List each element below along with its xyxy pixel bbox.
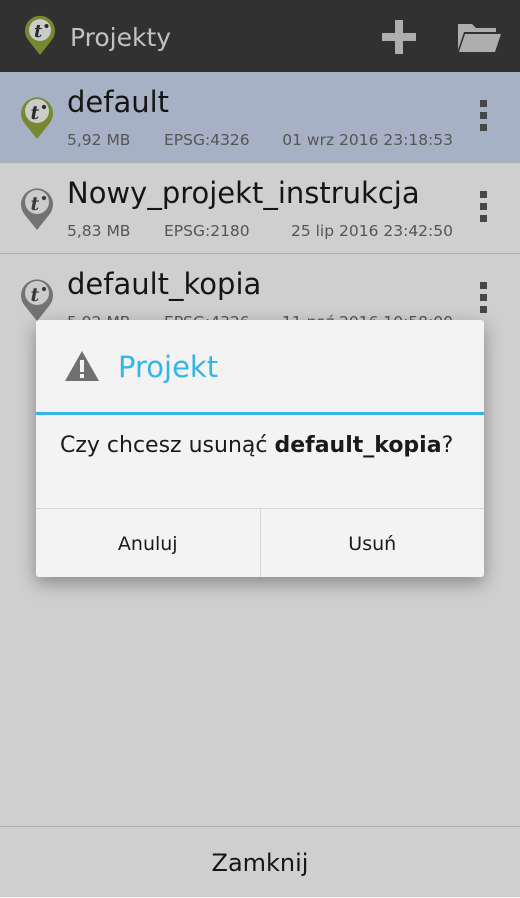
dialog-divider: [36, 412, 484, 415]
dialog-header: Projekt: [36, 320, 484, 412]
dialog-message-suffix: ?: [441, 433, 454, 458]
dialog-message-prefix: Czy chcesz usunąć: [60, 433, 275, 458]
delete-button[interactable]: Usuń: [259, 509, 485, 577]
delete-project-dialog: Projekt Czy chcesz usunąć default_kopia?…: [36, 320, 484, 577]
dialog-title: Projekt: [118, 350, 219, 384]
dialog-message-project: default_kopia: [274, 433, 442, 458]
warning-icon: [65, 351, 99, 381]
cancel-button[interactable]: Anuluj: [36, 509, 260, 577]
dialog-buttons: Anuluj Usuń: [36, 508, 484, 577]
dialog-message: Czy chcesz usunąć default_kopia?: [60, 432, 453, 460]
